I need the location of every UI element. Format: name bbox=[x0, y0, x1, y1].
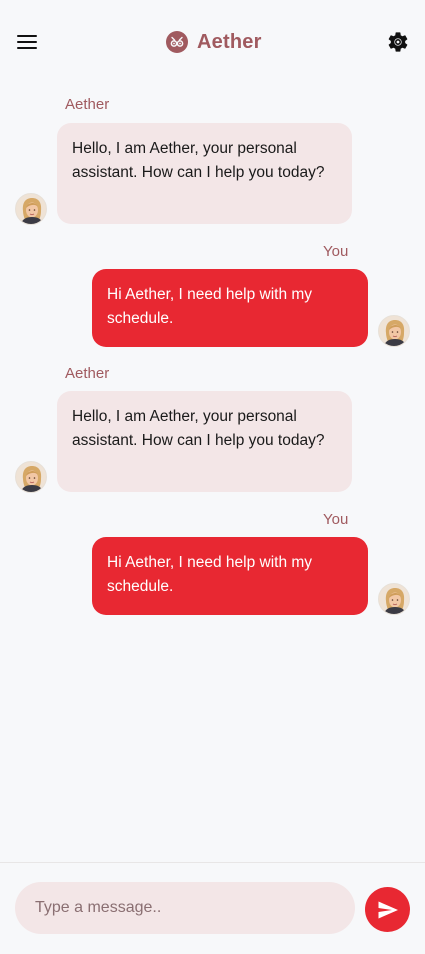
avatar-icon bbox=[16, 194, 46, 224]
aether-logo-icon bbox=[166, 31, 188, 53]
message-input[interactable] bbox=[15, 882, 355, 934]
menu-icon[interactable] bbox=[16, 32, 38, 52]
message-list[interactable]: Aether Hello, I am Aether, your personal… bbox=[0, 84, 425, 862]
avatar bbox=[378, 315, 410, 347]
avatar-icon bbox=[379, 316, 409, 346]
chat-app: Aether Aether Hello, I am Aether, your p… bbox=[0, 0, 425, 954]
message-sender: Aether bbox=[65, 365, 110, 382]
message-bubble: Hello, I am Aether, your personal assist… bbox=[57, 123, 352, 224]
brand: Aether bbox=[166, 30, 262, 54]
avatar bbox=[15, 461, 47, 493]
avatar bbox=[15, 193, 47, 225]
send-icon bbox=[378, 901, 398, 918]
app-title: Aether bbox=[197, 30, 262, 53]
message-sender: You bbox=[323, 511, 349, 528]
app-header: Aether bbox=[0, 0, 425, 84]
message-sender: You bbox=[323, 243, 349, 260]
message-bubble: Hi Aether, I need help with my schedule. bbox=[92, 269, 368, 347]
message-sender: Aether bbox=[65, 96, 110, 113]
message-bubble: Hello, I am Aether, your personal assist… bbox=[57, 391, 352, 492]
send-button[interactable] bbox=[365, 887, 410, 932]
avatar-icon bbox=[379, 584, 409, 614]
composer bbox=[0, 862, 425, 954]
gear-icon[interactable] bbox=[386, 30, 410, 54]
message-bubble: Hi Aether, I need help with my schedule. bbox=[92, 537, 368, 615]
avatar-icon bbox=[16, 462, 46, 492]
avatar bbox=[378, 583, 410, 615]
